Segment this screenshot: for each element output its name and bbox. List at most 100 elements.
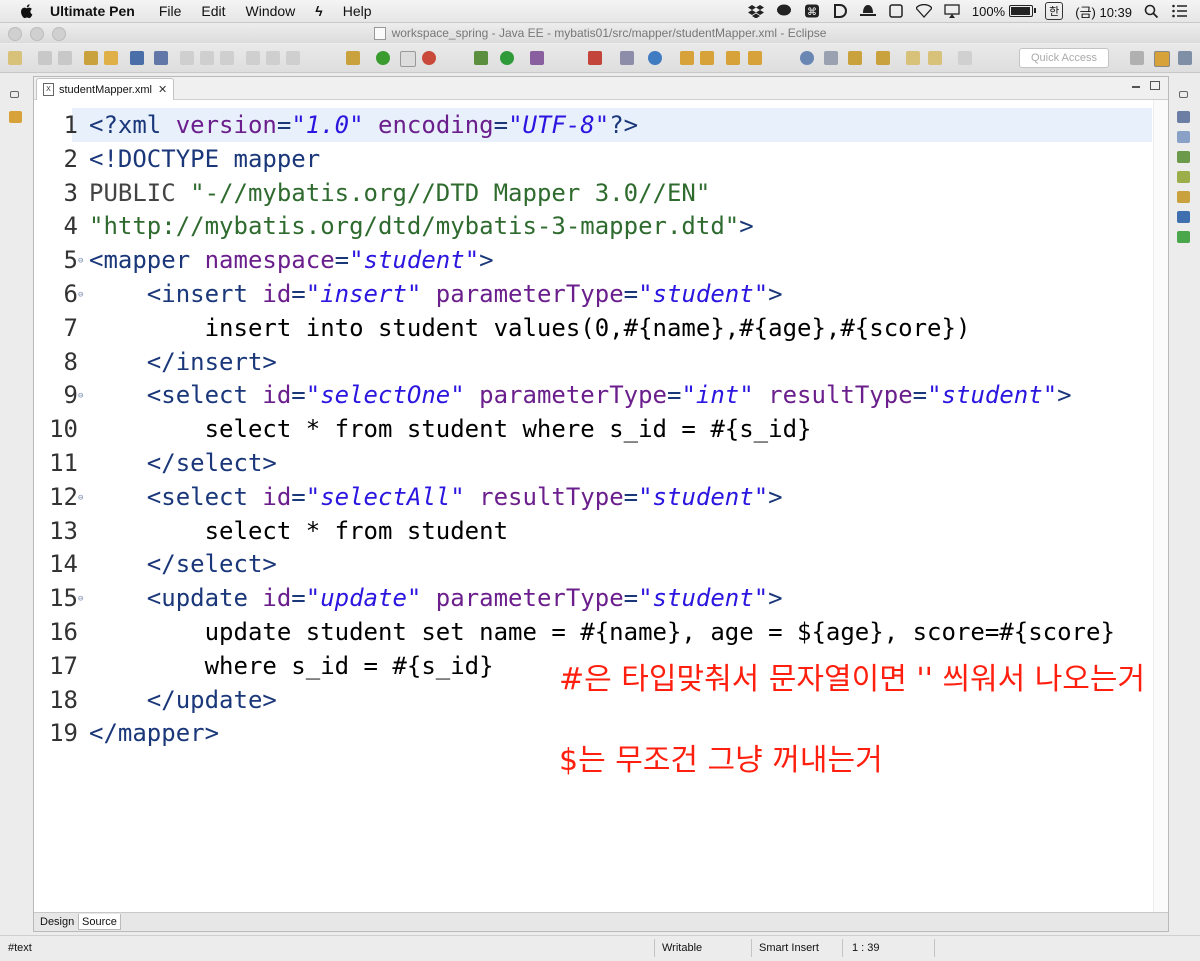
new-java-project-icon[interactable] (620, 51, 634, 65)
forward-icon[interactable] (958, 51, 972, 65)
hat-icon[interactable] (859, 4, 876, 18)
minimize-window-button[interactable] (30, 27, 44, 41)
dropbox-icon[interactable] (747, 4, 764, 18)
console-icon[interactable] (1177, 231, 1190, 243)
code-line[interactable]: 4 "http://mybatis.org/dtd/mybatis-3-mappe… (34, 209, 1154, 243)
code-line[interactable]: 11 </select> (34, 446, 1154, 480)
status-insert-mode[interactable]: Smart Insert (759, 942, 819, 954)
code-line[interactable]: 7 insert into student values(0,#{name},#… (34, 311, 1154, 345)
command-icon[interactable]: ⌘ (804, 4, 820, 18)
external-tools-icon[interactable] (588, 51, 602, 65)
link-icon[interactable] (824, 51, 838, 65)
airplay-icon[interactable] (944, 4, 960, 18)
source-editor[interactable]: 1 <?xml version="1.0" encoding="UTF-8"?> 2… (34, 100, 1154, 912)
chat-icon[interactable] (776, 4, 792, 18)
apple-icon[interactable] (18, 2, 36, 20)
open-folder-icon[interactable] (680, 51, 694, 65)
code-line[interactable]: 12 ⊖ <select id="selectAll" resultType="s… (34, 480, 1154, 514)
project-explorer-icon[interactable] (9, 111, 22, 123)
step-return-icon[interactable] (286, 51, 300, 65)
previous-annotation-icon[interactable] (876, 51, 890, 65)
tab-source[interactable]: Source (78, 914, 121, 930)
code-line[interactable]: 9 ⊖ <select id="selectOne" parameterType=… (34, 378, 1154, 412)
markers-icon[interactable] (1177, 151, 1190, 163)
java-ee-perspective-icon[interactable] (1154, 51, 1170, 67)
toggle-mark-icon[interactable] (400, 51, 416, 67)
open-task-icon[interactable] (104, 51, 118, 65)
close-window-button[interactable] (8, 27, 22, 41)
clock[interactable]: (금) 10:39 (1075, 2, 1132, 21)
suspend-icon[interactable] (200, 51, 214, 65)
save-icon[interactable] (38, 51, 52, 65)
square-icon[interactable] (888, 4, 904, 18)
open-perspective-icon[interactable] (1130, 51, 1144, 65)
last-edit-icon[interactable] (928, 51, 942, 65)
annotation-icon[interactable] (748, 51, 762, 65)
globe-icon[interactable] (800, 51, 814, 65)
code-line[interactable]: 1 <?xml version="1.0" encoding="UTF-8"?> (34, 108, 1154, 142)
servers-icon[interactable] (1177, 171, 1190, 183)
restore-icon[interactable] (10, 91, 19, 98)
skip-breakpoints-icon[interactable] (154, 51, 168, 65)
fold-toggle-icon[interactable]: ⊖ (78, 493, 83, 502)
menu-help[interactable]: Help (343, 3, 372, 19)
server-start-icon[interactable] (376, 51, 390, 65)
monitor-icon[interactable] (130, 51, 144, 65)
open-type-icon[interactable] (84, 51, 98, 65)
app-name-menu[interactable]: Ultimate Pen (50, 3, 135, 19)
status-cursor-position[interactable]: 1 : 39 (852, 942, 880, 954)
restore-right-icon[interactable] (1179, 91, 1188, 98)
step-over-icon[interactable] (266, 51, 280, 65)
code-line[interactable]: 14 </select> (34, 547, 1154, 581)
fold-toggle-icon[interactable]: ⊖ (78, 291, 83, 300)
notification-center-icon[interactable] (1172, 4, 1188, 18)
task-list-icon[interactable] (1177, 131, 1190, 143)
fold-toggle-icon[interactable]: ⊖ (78, 257, 83, 266)
open-file-icon[interactable] (700, 51, 714, 65)
terminate-icon[interactable] (220, 51, 234, 65)
menu-window[interactable]: Window (246, 3, 296, 19)
snippets-icon[interactable] (1177, 211, 1190, 223)
code-line[interactable]: 13 select * from student (34, 514, 1154, 548)
data-source-icon[interactable] (1177, 191, 1190, 203)
menu-file[interactable]: File (159, 3, 182, 19)
close-tab-icon[interactable]: ✕ (158, 83, 167, 96)
debug-icon[interactable] (474, 51, 488, 65)
code-line[interactable]: 3 PUBLIC "-//mybatis.org//DTD Mapper 3.0/… (34, 176, 1154, 210)
quick-access-input[interactable]: Quick Access (1019, 48, 1109, 68)
search-tool-icon[interactable] (726, 51, 740, 65)
code-line[interactable]: 5 ⊖ <mapper namespace="student"> (34, 243, 1154, 277)
input-method-indicator[interactable]: 한 (1045, 2, 1064, 20)
maximize-editor-icon[interactable] (1150, 81, 1160, 90)
tab-design[interactable]: Design (37, 914, 77, 929)
d-app-icon[interactable] (832, 4, 848, 18)
tool-icon[interactable] (346, 51, 360, 65)
overview-ruler[interactable] (1153, 100, 1168, 912)
code-line[interactable]: 10 select * from student where s_id = #{… (34, 412, 1154, 446)
coverage-icon[interactable] (530, 51, 544, 65)
fold-toggle-icon[interactable]: ⊖ (78, 595, 83, 604)
web-browser-icon[interactable] (422, 51, 436, 65)
fold-toggle-icon[interactable]: ⊖ (78, 392, 83, 401)
new-class-icon[interactable] (648, 51, 662, 65)
new-icon[interactable] (8, 51, 22, 65)
back-icon[interactable] (906, 51, 920, 65)
battery-status[interactable]: 100% (972, 4, 1037, 19)
menu-edit[interactable]: Edit (201, 3, 225, 19)
step-into-icon[interactable] (246, 51, 260, 65)
script-menu-icon[interactable]: ϟ (315, 3, 322, 19)
code-line[interactable]: 2 <!DOCTYPE mapper (34, 142, 1154, 176)
next-annotation-icon[interactable] (848, 51, 862, 65)
git-perspective-icon[interactable] (1178, 51, 1192, 65)
tab-student-mapper[interactable]: X studentMapper.xml ✕ (36, 78, 174, 100)
wifi-icon[interactable] (915, 4, 932, 18)
code-line[interactable]: 15 ⊖ <update id="update" parameterType="s… (34, 581, 1154, 615)
code-line[interactable]: 6 ⊖ <insert id="insert" parameterType="st… (34, 277, 1154, 311)
zoom-window-button[interactable] (52, 27, 66, 41)
code-line[interactable]: 16 update student set name = #{name}, ag… (34, 615, 1154, 649)
spotlight-search-icon[interactable] (1144, 4, 1160, 18)
code-line[interactable]: 8 </insert> (34, 345, 1154, 379)
outline-icon[interactable] (1177, 111, 1190, 123)
save-all-icon[interactable] (58, 51, 72, 65)
resume-icon[interactable] (180, 51, 194, 65)
